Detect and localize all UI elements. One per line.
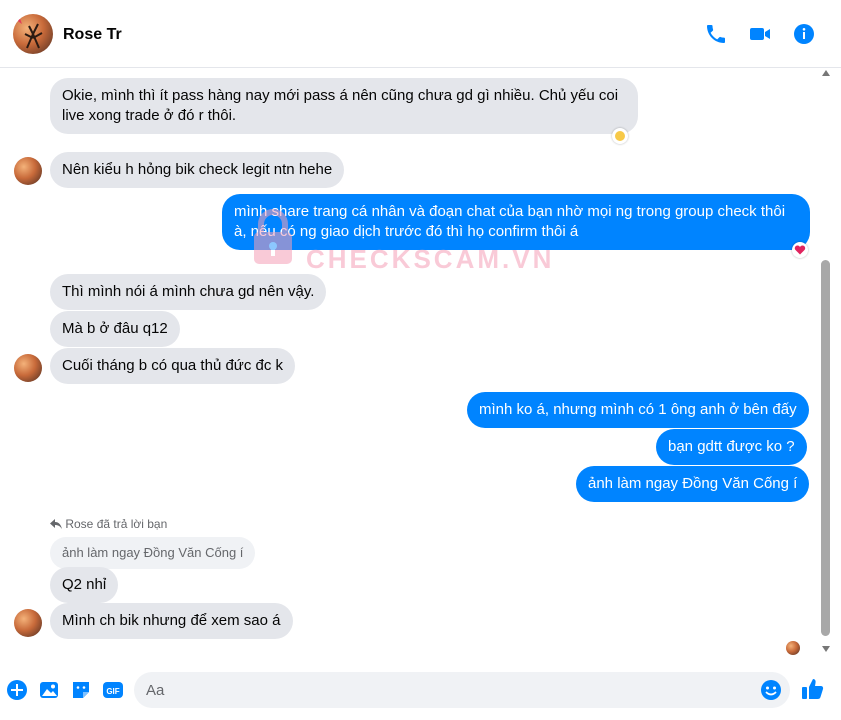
watermark-text: CHECKSCAM.VN (306, 244, 555, 274)
message-text: Q2 nhỉ (62, 576, 107, 593)
message-text: mình share trang cá nhân và đoạn chat củ… (234, 203, 786, 220)
chat-header: Rose Tr (0, 0, 841, 68)
message-text: mình ko á, nhưng mình có 1 ông anh ở bên… (479, 401, 797, 418)
message-incoming[interactable]: Okie, mình thì ít pass hàng nay mới pass… (50, 78, 638, 134)
message-text: Nên kiểu h hỏng bik check legit ntn hehe (62, 161, 333, 178)
scrollbar-thumb[interactable] (821, 260, 830, 636)
message-incoming[interactable]: Cuối tháng b có qua thủ đức đc k (50, 348, 296, 384)
info-icon[interactable] (792, 22, 816, 46)
image-icon[interactable] (38, 679, 60, 701)
message-input[interactable] (146, 672, 746, 708)
message-text: ảnh làm ngay Đồng Văn Cống í (588, 475, 798, 492)
message-outgoing[interactable]: mình ko á, nhưng mình có 1 ông anh ở bên… (467, 392, 809, 428)
sticker-icon[interactable] (70, 679, 92, 701)
message-text: Mà b ở đâu q12 (62, 320, 168, 337)
contact-avatar-small[interactable] (14, 157, 42, 185)
message-incoming[interactable]: Mà b ở đâu q12 (50, 311, 180, 347)
message-text: Thì mình nói á mình chưa gd nên vậy. (62, 283, 315, 300)
reply-quote-text: ảnh làm ngay Đồng Văn Cống í (62, 545, 244, 560)
reply-label-text: Rose đã trả lời bạn (65, 517, 168, 531)
message-outgoing[interactable]: mình share trang cá nhân và đoạn chat củ… (222, 194, 810, 250)
svg-text:GIF: GIF (106, 687, 119, 696)
contact-name[interactable]: Rose Tr (63, 26, 122, 44)
message-text: bạn gdtt được ko ? (668, 438, 795, 455)
message-incoming[interactable]: Q2 nhỉ (50, 567, 119, 603)
message-incoming[interactable]: Nên kiểu h hỏng bik check legit ntn hehe (50, 152, 345, 188)
plus-icon[interactable] (6, 679, 28, 701)
lock-icon (254, 209, 292, 264)
message-outgoing[interactable]: bạn gdtt được ko ? (656, 429, 807, 465)
scrollbar[interactable] (821, 70, 831, 652)
message-text: Mình ch bik nhưng để xem sao á (62, 612, 281, 629)
contact-avatar-small[interactable] (14, 609, 42, 637)
message-text: Okie, mình thì ít pass hàng nay mới pass… (62, 87, 619, 104)
message-input-box[interactable] (134, 672, 790, 708)
contact-avatar-small[interactable] (14, 354, 42, 382)
message-incoming[interactable]: Thì mình nói á mình chưa gd nên vậy. (50, 274, 327, 310)
composer-bar: GIF (0, 666, 841, 720)
message-text: live xong trade ở đó r thôi. (62, 107, 237, 124)
like-thumb-icon[interactable] (800, 676, 826, 702)
gif-icon[interactable]: GIF (102, 679, 124, 701)
message-text: Cuối tháng b có qua thủ đức đc k (62, 357, 284, 374)
reply-quote[interactable]: ảnh làm ngay Đồng Văn Cống í (50, 537, 256, 569)
reply-label: Rose đã trả lời bạn (50, 517, 167, 531)
seen-indicator-avatar (786, 641, 800, 655)
phone-icon[interactable] (704, 22, 728, 46)
reply-arrow-icon (50, 519, 62, 529)
contact-avatar[interactable] (13, 14, 53, 54)
message-incoming[interactable]: Mình ch bik nhưng để xem sao á (50, 603, 293, 639)
video-icon[interactable] (748, 22, 772, 46)
scroll-down-arrow[interactable] (822, 646, 830, 652)
message-outgoing[interactable]: ảnh làm ngay Đồng Văn Cống í (576, 466, 810, 502)
yellow-react-icon[interactable] (612, 128, 628, 144)
scroll-up-arrow[interactable] (822, 70, 830, 76)
emoji-icon[interactable] (760, 679, 782, 701)
heart-react-icon[interactable] (792, 242, 808, 258)
message-text: à, nếu có ng giao dịch trước đó thì họ c… (234, 223, 579, 240)
